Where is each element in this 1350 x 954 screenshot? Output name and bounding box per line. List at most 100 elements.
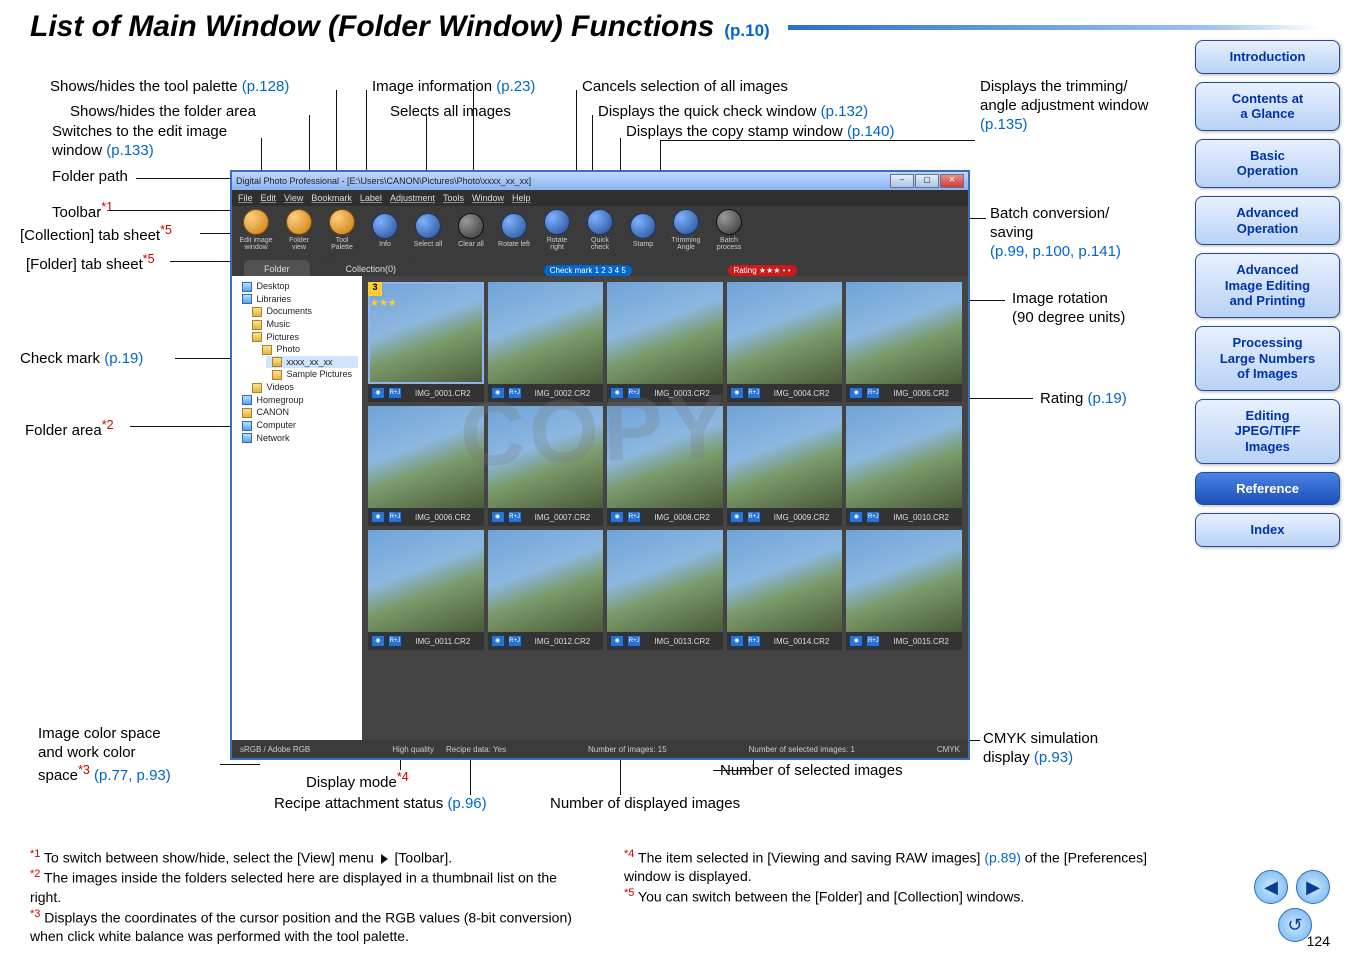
menu-bookmark[interactable]: Bookmark <box>311 193 352 203</box>
thumbnail-filename: IMG_0015.CR2 <box>883 637 959 646</box>
menu-edit[interactable]: Edit <box>261 193 277 203</box>
nav-reference[interactable]: Reference <box>1195 472 1340 506</box>
thumbnail[interactable]: ◉R+JIMG_0015.CR2 <box>846 530 962 650</box>
thumbnail[interactable]: ◉R+JIMG_0003.CR2 <box>607 282 723 402</box>
link-p19b[interactable]: (p.19) <box>1088 390 1127 407</box>
nav-processing-large-numbers-of-images[interactable]: Processing Large Numbers of Images <box>1195 326 1340 391</box>
thumbnail[interactable]: ◉R+JIMG_0010.CR2 <box>846 406 962 526</box>
menu-label[interactable]: Label <box>360 193 382 203</box>
nav-introduction[interactable]: Introduction <box>1195 40 1340 74</box>
nav-advanced-operation[interactable]: Advanced Operation <box>1195 196 1340 245</box>
tree-node[interactable]: Music <box>246 318 358 331</box>
nav-contents-at-a-glance[interactable]: Contents at a Glance <box>1195 82 1340 131</box>
thumbnail[interactable]: ◉R+JIMG_0009.CR2 <box>727 406 843 526</box>
tool-rotate-left[interactable]: Rotate left <box>496 213 532 248</box>
link-p89[interactable]: (p.89) <box>984 849 1021 865</box>
tree-node[interactable]: Computer <box>236 419 358 432</box>
thumbnail-grid: 3★★★◉R+JIMG_0001.CR2◉R+JIMG_0002.CR2◉R+J… <box>362 276 968 740</box>
tool-folder-view[interactable]: Folder view <box>281 209 317 251</box>
maximize-button[interactable]: ▢ <box>915 174 939 188</box>
menu-view[interactable]: View <box>284 193 303 203</box>
status-num-images: Number of images: 15 <box>588 745 667 754</box>
app-window: Digital Photo Professional - [E:\Users\C… <box>230 170 970 760</box>
tool-stamp[interactable]: Stamp <box>625 213 661 248</box>
nav-index[interactable]: Index <box>1195 513 1340 547</box>
tabs-row: Folder Collection(0) Check mark 1 2 3 4 … <box>232 254 968 276</box>
tree-node[interactable]: Videos <box>246 381 358 394</box>
page-title-ref[interactable]: (p.10) <box>724 21 769 41</box>
tool-trimming-angle[interactable]: Trimming Angle <box>668 209 704 251</box>
tool-clear-all[interactable]: Clear all <box>453 213 489 248</box>
thumbnail[interactable]: ◉R+JIMG_0013.CR2 <box>607 530 723 650</box>
pager: ◀ ▶ <box>1254 870 1330 904</box>
thumbnail[interactable]: ◉R+JIMG_0011.CR2 <box>368 530 484 650</box>
thumbnail[interactable]: 3★★★◉R+JIMG_0001.CR2 <box>368 282 484 402</box>
raw-badge-icon: ◉ <box>491 511 505 523</box>
close-button[interactable]: ✕ <box>940 174 964 188</box>
link-p128[interactable]: (p.128) <box>242 78 290 95</box>
callout-folder-path: Folder path <box>52 168 128 187</box>
tree-node[interactable]: Libraries <box>236 293 358 306</box>
tree-node[interactable]: Photo <box>256 343 358 356</box>
folder-tree[interactable]: Desktop Libraries Documents Music Pictur… <box>232 276 362 740</box>
raw-badge-icon: ◉ <box>491 387 505 399</box>
nav-editing-jpeg-tiff-images[interactable]: Editing JPEG/TIFF Images <box>1195 399 1340 464</box>
link-p77-93[interactable]: (p.77, p.93) <box>94 767 171 784</box>
tool-icon <box>716 209 742 235</box>
tool-rotate-right[interactable]: Rotate right <box>539 209 575 251</box>
menu-adjustment[interactable]: Adjustment <box>390 193 435 203</box>
thumbnail[interactable]: ◉R+JIMG_0014.CR2 <box>727 530 843 650</box>
tool-batch-process[interactable]: Batch process <box>711 209 747 251</box>
tab-collection[interactable]: Collection(0) <box>326 260 417 276</box>
thumbnail[interactable]: ◉R+JIMG_0005.CR2 <box>846 282 962 402</box>
tree-node[interactable]: CANON <box>236 406 358 419</box>
link-p19a[interactable]: (p.19) <box>104 350 143 367</box>
tree-node[interactable]: Sample Pictures <box>266 368 358 381</box>
thumbnail[interactable]: ◉R+JIMG_0012.CR2 <box>488 530 604 650</box>
tool-tool-palette[interactable]: Tool Palette <box>324 209 360 251</box>
tree-node[interactable]: Documents <box>246 305 358 318</box>
link-p132[interactable]: (p.132) <box>821 103 869 120</box>
link-p96[interactable]: (p.96) <box>447 795 486 812</box>
link-p135[interactable]: (p.135) <box>980 116 1028 133</box>
link-batch[interactable]: (p.99, p.100, p.141) <box>990 243 1121 260</box>
tool-info[interactable]: Info <box>367 213 403 248</box>
thumbnail[interactable]: ◉R+JIMG_0008.CR2 <box>607 406 723 526</box>
tree-node[interactable]: xxxx_xx_xx <box>266 356 358 369</box>
tool-icon <box>458 213 484 239</box>
tree-node[interactable]: Desktop <box>236 280 358 293</box>
thumbnail[interactable]: ◉R+JIMG_0006.CR2 <box>368 406 484 526</box>
link-p140[interactable]: (p.140) <box>847 123 895 140</box>
nav-basic-operation[interactable]: Basic Operation <box>1195 139 1340 188</box>
menu-file[interactable]: File <box>238 193 253 203</box>
link-p133[interactable]: (p.133) <box>106 142 154 159</box>
tree-node[interactable]: Network <box>236 432 358 445</box>
link-p23[interactable]: (p.23) <box>496 78 535 95</box>
menu-window[interactable]: Window <box>472 193 504 203</box>
prev-page-button[interactable]: ◀ <box>1254 870 1288 904</box>
tool-icon <box>587 209 613 235</box>
tree-node[interactable]: Homegroup <box>236 394 358 407</box>
callout-display-mode: Display mode*4 <box>306 770 409 793</box>
link-p93[interactable]: (p.93) <box>1034 749 1073 766</box>
menu-tools[interactable]: Tools <box>443 193 464 203</box>
callout-toolbar: Toolbar*1 <box>52 200 113 223</box>
tab-folder[interactable]: Folder <box>244 260 310 276</box>
tool-select-all[interactable]: Select all <box>410 213 446 248</box>
tree-node[interactable]: Pictures <box>246 331 358 344</box>
tool-quick-check[interactable]: Quick check <box>582 209 618 251</box>
thumbnail[interactable]: ◉R+JIMG_0004.CR2 <box>727 282 843 402</box>
thumbnail[interactable]: ◉R+JIMG_0007.CR2 <box>488 406 604 526</box>
nav-advanced-image-editing-and-printing[interactable]: Advanced Image Editing and Printing <box>1195 253 1340 318</box>
thumbnail-filename: IMG_0013.CR2 <box>644 637 720 646</box>
next-page-button[interactable]: ▶ <box>1296 870 1330 904</box>
raw-jpeg-badge: R+J <box>866 511 880 523</box>
tool-icon <box>673 209 699 235</box>
menu-help[interactable]: Help <box>512 193 531 203</box>
checkmark-filter-chip[interactable]: Check mark 1 2 3 4 5 <box>544 265 632 276</box>
thumbnail[interactable]: ◉R+JIMG_0002.CR2 <box>488 282 604 402</box>
tool-edit-image-window[interactable]: Edit image window <box>238 209 274 251</box>
tool-icon <box>544 209 570 235</box>
rating-filter-chip[interactable]: Rating ★★★ • • <box>728 265 797 276</box>
minimize-button[interactable]: – <box>890 174 914 188</box>
